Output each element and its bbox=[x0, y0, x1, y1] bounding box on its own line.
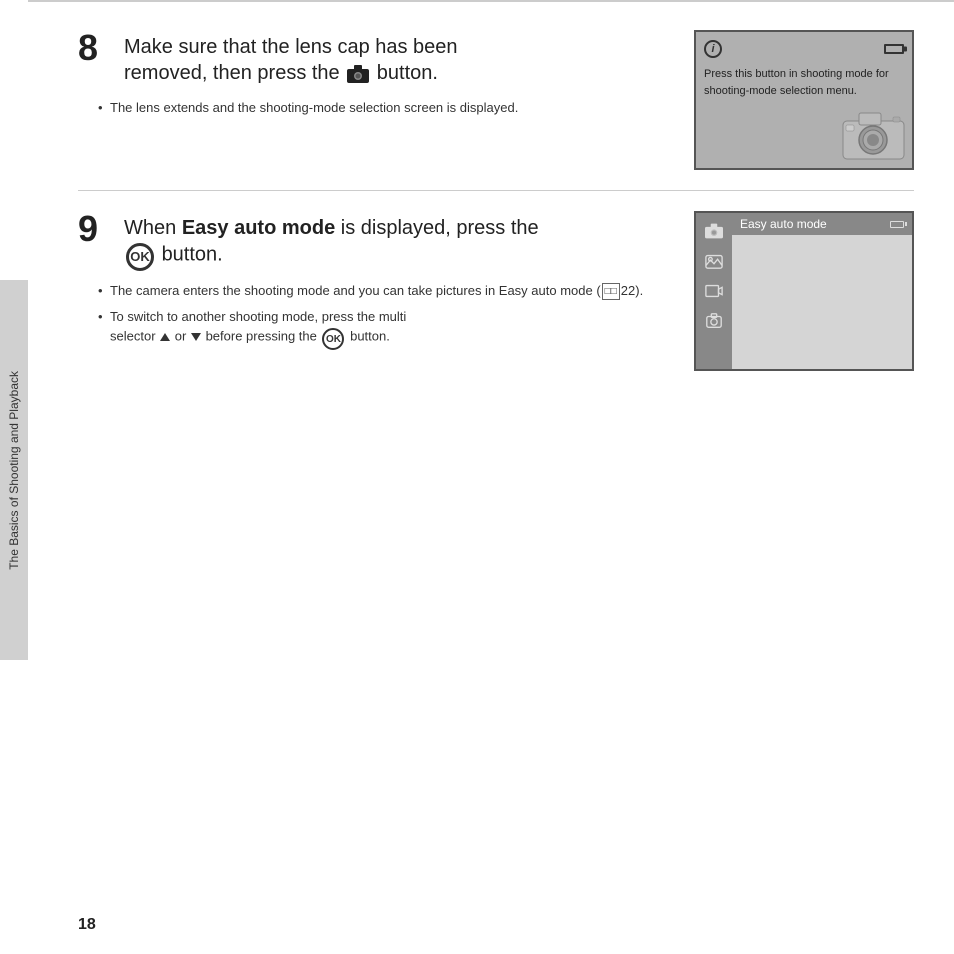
panel-8-text: Press this button in shooting mode for s… bbox=[704, 66, 904, 99]
step-8-title-text2: button. bbox=[377, 62, 438, 84]
step-8: 8 Make sure that the lens cap has beenre… bbox=[78, 30, 914, 191]
step-8-bullet1: The lens extends and the shooting-mode s… bbox=[98, 98, 664, 118]
easy-auto-bar: Easy auto mode bbox=[732, 213, 912, 235]
step-9-title-text2: is displayed, press the bbox=[335, 217, 538, 239]
panel-9-left-column bbox=[696, 213, 732, 369]
mode-icon-movie bbox=[702, 279, 726, 303]
step-9-title-bold: Easy auto mode bbox=[182, 217, 335, 239]
step-9-heading: 9 When Easy auto mode is displayed, pres… bbox=[78, 211, 664, 269]
step-8-image: i Press this button in shooting mode for… bbox=[694, 30, 914, 170]
info-icon: i bbox=[704, 40, 722, 58]
step-9-title: When Easy auto mode is displayed, press … bbox=[124, 211, 539, 269]
step-8-number: 8 bbox=[78, 30, 108, 66]
page-number: 18 bbox=[78, 916, 96, 934]
panel-9-right-area: Easy auto mode bbox=[732, 213, 912, 369]
panel-8: i Press this button in shooting mode for… bbox=[694, 30, 914, 170]
step-8-bullets: The lens extends and the shooting-mode s… bbox=[78, 98, 664, 118]
panel-8-camera-svg bbox=[841, 107, 906, 162]
step-8-title: Make sure that the lens cap has beenremo… bbox=[124, 30, 458, 86]
sidebar-label: The Basics of Shooting and Playback bbox=[7, 371, 21, 570]
step-9-bullet2: To switch to another shooting mode, pres… bbox=[98, 307, 664, 349]
main-content: 8 Make sure that the lens cap has beenre… bbox=[28, 0, 954, 954]
step-9-image: Easy auto mode bbox=[694, 211, 914, 371]
ref-box-1: □□ bbox=[602, 283, 620, 300]
panel-8-top-bar: i bbox=[704, 40, 904, 58]
easy-auto-label: Easy auto mode bbox=[740, 217, 827, 231]
triangle-up-icon bbox=[160, 333, 170, 341]
step-9-bullet1: The camera enters the shooting mode and … bbox=[98, 281, 664, 301]
triangle-down-icon bbox=[191, 333, 201, 341]
page-container: The Basics of Shooting and Playback 8 Ma… bbox=[0, 0, 954, 954]
step-9-bullets: The camera enters the shooting mode and … bbox=[78, 281, 664, 348]
battery-icon bbox=[884, 44, 904, 54]
step-8-heading: 8 Make sure that the lens cap has beenre… bbox=[78, 30, 664, 86]
mini-battery-icon bbox=[890, 221, 904, 228]
camera-button-icon bbox=[347, 65, 369, 83]
panel-9: Easy auto mode bbox=[694, 211, 914, 371]
ok-button-icon: OK bbox=[126, 243, 154, 271]
step-9-content: 9 When Easy auto mode is displayed, pres… bbox=[78, 211, 694, 354]
ok-button-icon-2: OK bbox=[322, 328, 344, 350]
mode-icon-scene bbox=[702, 249, 726, 273]
mode-icon-camera bbox=[702, 219, 726, 243]
step-9-title-text1: When bbox=[124, 217, 182, 239]
step-9: 9 When Easy auto mode is displayed, pres… bbox=[78, 191, 914, 371]
sidebar-tab: The Basics of Shooting and Playback bbox=[0, 280, 28, 660]
step-9-title-text3: button. bbox=[162, 243, 223, 265]
step-8-content: 8 Make sure that the lens cap has beenre… bbox=[78, 30, 694, 124]
step-9-number: 9 bbox=[78, 211, 108, 247]
panel-9-content-area bbox=[732, 235, 912, 365]
mode-icon-photo bbox=[702, 309, 726, 333]
